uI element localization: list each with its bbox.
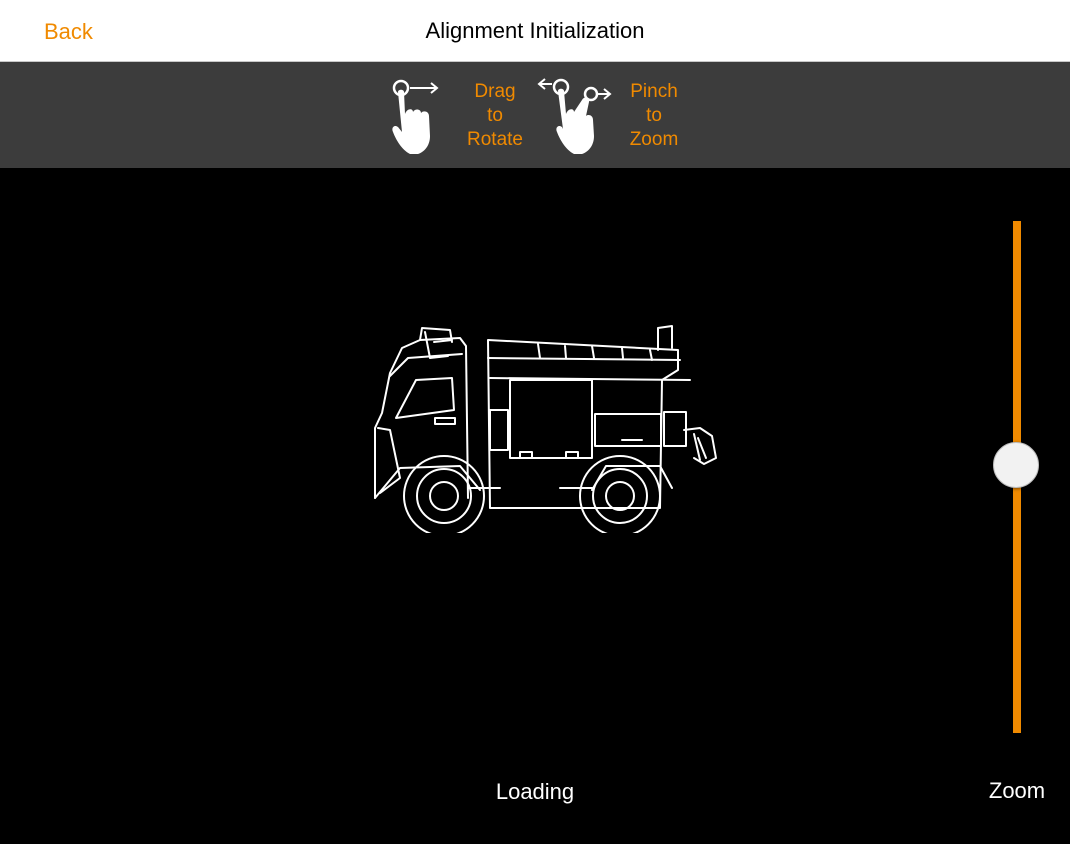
zoom-label: Zoom — [988, 778, 1046, 803]
loading-status: Loading — [495, 779, 575, 804]
rotate-hint-line1: Drag — [474, 81, 516, 102]
navigation-bar: Back Alignment Initialization — [0, 0, 1070, 62]
rotate-hint-line2: to — [487, 105, 503, 126]
gesture-hint-bar: Drag to Rotate Pinch to Zoom — [0, 62, 1070, 168]
rotate-hint: Drag to Rotate — [455, 80, 535, 152]
drag-hand-icon — [392, 79, 439, 154]
pinch-hand-icon — [537, 78, 612, 154]
zoom-hint-line3: Zoom — [629, 129, 679, 150]
rotate-hint-line3: Rotate — [467, 129, 523, 150]
zoom-hint: Pinch to Zoom — [614, 80, 694, 152]
zoom-hint-line1: Pinch — [630, 81, 678, 102]
zoom-hint-line2: to — [646, 105, 662, 126]
zoom-slider-thumb[interactable] — [993, 442, 1039, 488]
page-title: Alignment Initialization — [425, 18, 645, 43]
fire-truck-model[interactable] — [360, 318, 730, 533]
